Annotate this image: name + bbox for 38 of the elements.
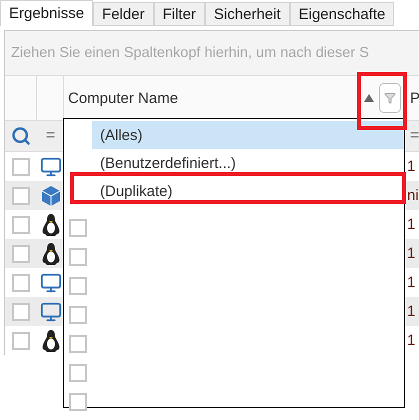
tab[interactable]: Sicherheit <box>204 2 290 26</box>
value-checkbox[interactable] <box>69 218 87 236</box>
cell-text: 1 <box>406 332 416 349</box>
cell-text: 1 <box>406 245 416 262</box>
value-checkbox[interactable] <box>69 306 87 324</box>
cell-text: 1 <box>406 303 416 320</box>
filter-operator[interactable]: = <box>46 127 56 145</box>
row-checkbox[interactable] <box>12 158 30 176</box>
value-checkbox[interactable] <box>69 392 87 410</box>
filter-option[interactable]: (Duplikate) <box>92 177 404 205</box>
filter-button[interactable] <box>379 83 401 113</box>
tab[interactable]: Ergebnisse <box>0 0 94 26</box>
value-checkbox[interactable] <box>69 334 87 352</box>
row-checkbox[interactable] <box>12 302 30 320</box>
tab[interactable]: Felder <box>93 2 154 26</box>
row-checkbox[interactable] <box>12 186 30 204</box>
filter-icon <box>384 92 396 104</box>
value-checkbox[interactable] <box>69 364 87 382</box>
value-checkbox[interactable] <box>69 248 87 266</box>
cell-text: 1 <box>406 158 416 175</box>
filter-operator[interactable]: = <box>410 127 419 145</box>
cell-text: 1 <box>406 216 416 233</box>
tab[interactable]: Eigenschafte <box>290 2 394 26</box>
tab[interactable]: Filter <box>154 2 205 26</box>
filter-option[interactable]: (Benutzerdefiniert...) <box>92 149 404 177</box>
search-icon <box>11 126 31 146</box>
value-checkbox[interactable] <box>69 276 87 294</box>
column-header[interactable]: Computer Name <box>64 76 406 121</box>
row-checkbox[interactable] <box>12 274 30 292</box>
group-by-hint: Ziehen Sie einen Spaltenkopf hierhin, um nach dieser S <box>11 45 369 61</box>
cell-text: ni <box>406 187 419 204</box>
row-checkbox[interactable] <box>12 216 30 234</box>
column-header[interactable]: P <box>406 76 419 121</box>
highlight-frame <box>357 72 407 130</box>
row-checkbox[interactable] <box>12 332 30 350</box>
filter-option[interactable]: (Alles) <box>92 121 404 149</box>
cell-text: 1 <box>406 274 416 291</box>
row-checkbox[interactable] <box>12 244 30 262</box>
